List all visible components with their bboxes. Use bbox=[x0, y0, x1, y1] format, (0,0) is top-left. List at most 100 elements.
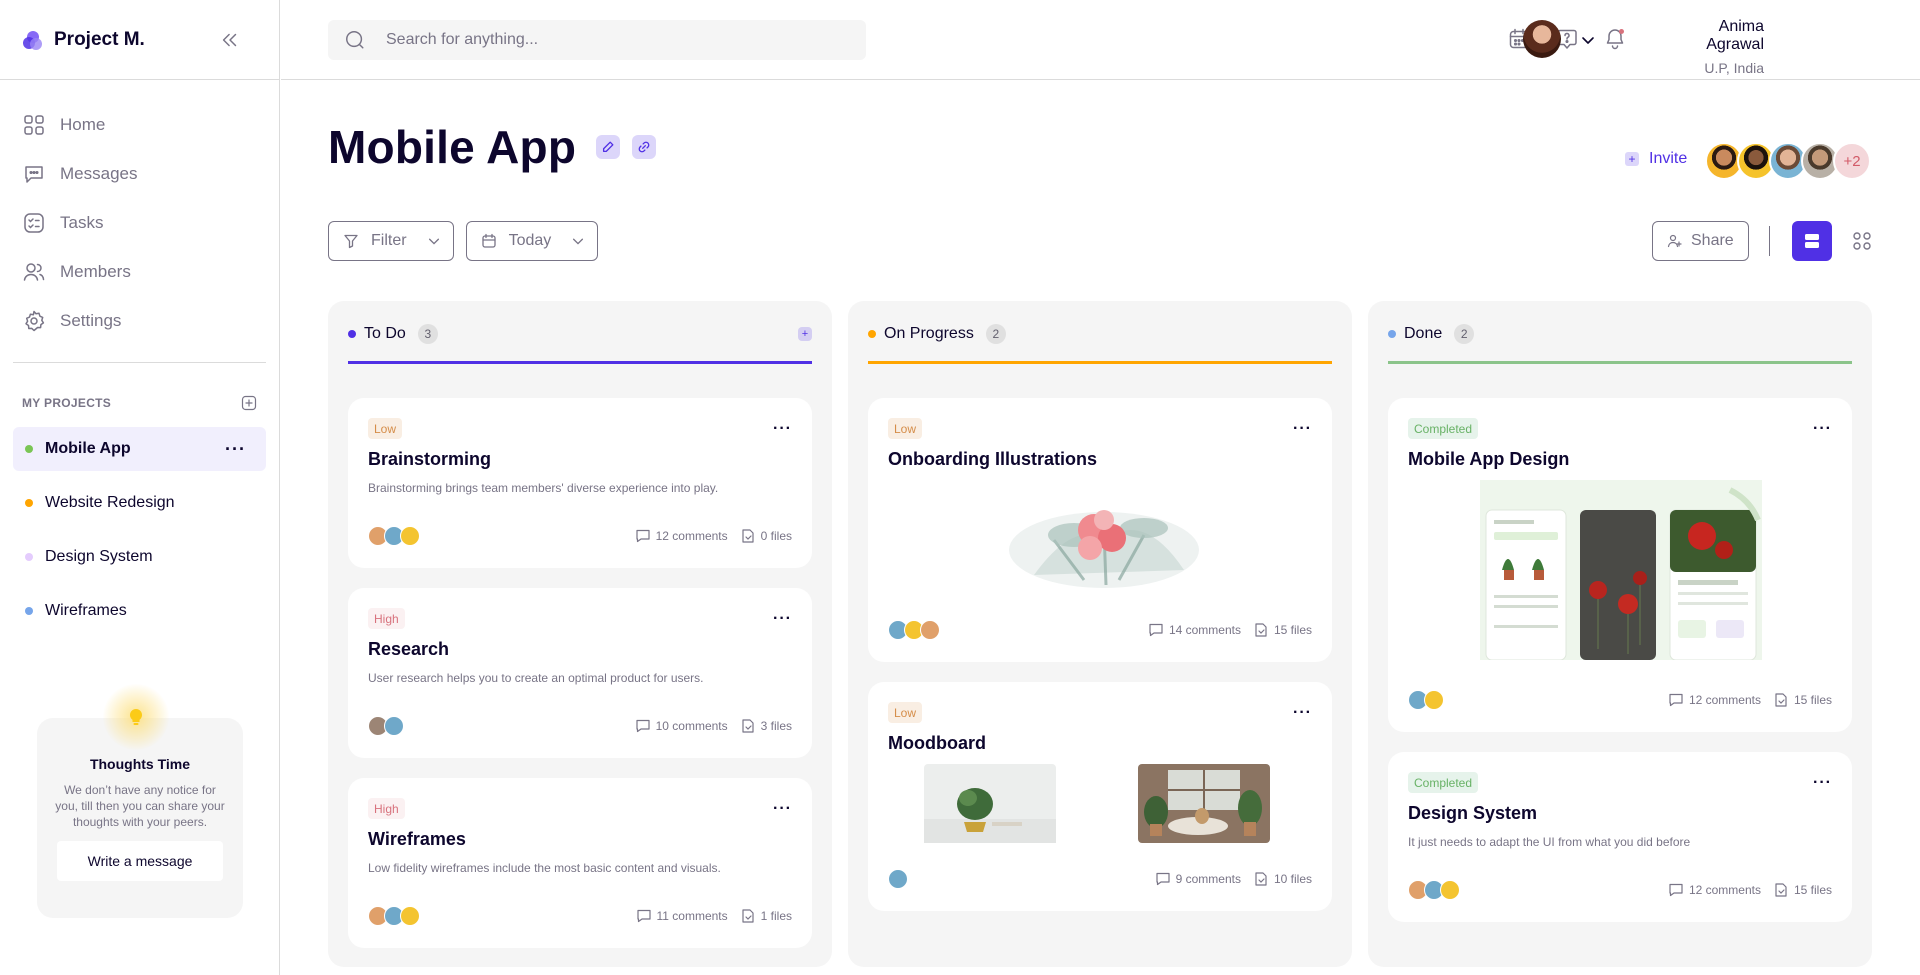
files-count[interactable]: 15 files bbox=[1253, 622, 1312, 638]
status-dot bbox=[348, 330, 356, 338]
more-options-icon[interactable]: ··· bbox=[1293, 420, 1312, 438]
comments-count[interactable]: 10 comments bbox=[635, 718, 728, 734]
divider bbox=[1769, 226, 1770, 256]
add-task-button[interactable]: + bbox=[798, 327, 812, 341]
more-options-icon[interactable]: ··· bbox=[1293, 704, 1312, 722]
copy-link-button[interactable] bbox=[632, 135, 657, 159]
chevron-down-icon[interactable] bbox=[1580, 32, 1596, 48]
comments-count[interactable]: 12 comments bbox=[1668, 882, 1761, 898]
nav-item-label: Messages bbox=[60, 163, 138, 183]
room-photo-image bbox=[1138, 764, 1270, 843]
date-dropdown[interactable]: Today bbox=[465, 221, 599, 261]
list-view-toggle[interactable] bbox=[1792, 221, 1832, 261]
comment-icon bbox=[1156, 872, 1170, 886]
filter-dropdown[interactable]: Filter bbox=[328, 221, 454, 261]
projects-list: Mobile App ··· Website Redesign Design S… bbox=[0, 427, 279, 633]
search-bar bbox=[328, 20, 866, 60]
notification-icon[interactable] bbox=[1603, 27, 1627, 51]
files-count[interactable]: 0 files bbox=[740, 528, 792, 544]
brand: Project M. bbox=[0, 0, 279, 80]
assignee-avatars bbox=[1408, 690, 1444, 710]
project-color-dot bbox=[25, 445, 33, 453]
list-view-icon bbox=[1805, 234, 1819, 248]
task-card[interactable]: Low ··· Moodboard 9 comments 10 files bbox=[868, 682, 1332, 911]
project-item-wireframes[interactable]: Wireframes bbox=[13, 589, 266, 633]
files-count[interactable]: 15 files bbox=[1773, 692, 1832, 708]
gear-icon bbox=[25, 310, 45, 331]
nav-item-members[interactable]: Members bbox=[0, 247, 279, 296]
card-description: Brainstorming brings team members' diver… bbox=[368, 481, 719, 495]
user-info[interactable]: Anima Agrawal U.P, India bbox=[1669, 18, 1764, 76]
task-card[interactable]: Completed ··· Mobile App Design 12 comme… bbox=[1388, 398, 1852, 732]
comments-count[interactable]: 14 comments bbox=[1148, 622, 1241, 638]
priority-badge: High bbox=[368, 608, 405, 629]
assignee-avatars bbox=[368, 526, 420, 546]
card-title: Wireframes bbox=[368, 829, 466, 849]
project-color-dot bbox=[25, 607, 33, 615]
files-count[interactable]: 10 files bbox=[1253, 871, 1312, 887]
invite-button[interactable]: + Invite bbox=[1625, 150, 1687, 168]
avatar bbox=[1440, 880, 1460, 900]
comments-count[interactable]: 9 comments bbox=[1155, 871, 1241, 887]
files-count[interactable]: 15 files bbox=[1773, 882, 1832, 898]
search-input[interactable] bbox=[386, 31, 826, 49]
share-label: Share bbox=[1691, 232, 1734, 249]
brand-name: Project M. bbox=[54, 28, 145, 50]
project-item-design-system[interactable]: Design System bbox=[13, 535, 266, 579]
task-card[interactable]: High ··· Research User research helps yo… bbox=[348, 588, 812, 758]
grid-view-icon[interactable] bbox=[1852, 231, 1872, 251]
page-title: Mobile App bbox=[328, 121, 577, 173]
share-button[interactable]: Share bbox=[1652, 221, 1749, 261]
plus-icon: + bbox=[1625, 152, 1639, 166]
card-meta: 12 comments 15 files bbox=[1656, 692, 1832, 708]
nav-item-tasks[interactable]: Tasks bbox=[0, 198, 279, 247]
comment-icon bbox=[1669, 693, 1683, 707]
file-icon bbox=[742, 529, 754, 543]
card-meta: 12 comments 0 files bbox=[623, 528, 792, 544]
files-count[interactable]: 3 files bbox=[740, 718, 792, 734]
more-options-icon[interactable]: ··· bbox=[773, 420, 792, 438]
thoughts-text: We don’t have any notice for you, till t… bbox=[55, 783, 225, 829]
chevron-down-icon bbox=[573, 238, 584, 245]
assignee-avatars bbox=[888, 869, 908, 889]
more-options-icon[interactable]: ··· bbox=[773, 800, 792, 818]
card-footer: 10 comments 3 files bbox=[368, 716, 792, 736]
nav-item-home[interactable]: Home bbox=[0, 100, 279, 149]
assignee-avatars bbox=[368, 716, 404, 736]
files-count[interactable]: 1 files bbox=[740, 908, 792, 924]
status-dot bbox=[1388, 330, 1396, 338]
more-options-icon[interactable]: ··· bbox=[1813, 774, 1832, 792]
task-card[interactable]: High ··· Wireframes Low fidelity wirefra… bbox=[348, 778, 812, 948]
column-header: To Do 3 + bbox=[348, 324, 812, 344]
more-options-icon[interactable]: ··· bbox=[1813, 420, 1832, 438]
avatar[interactable] bbox=[1523, 20, 1561, 58]
file-icon bbox=[1775, 693, 1787, 707]
status-badge: Completed bbox=[1408, 418, 1479, 439]
comment-icon bbox=[636, 529, 650, 543]
task-card[interactable]: Low ··· Onboarding Illustrations 14 comm… bbox=[868, 398, 1332, 662]
comments-count[interactable]: 12 comments bbox=[1668, 692, 1761, 708]
task-card[interactable]: Low ··· Brainstorming Brainstorming brin… bbox=[348, 398, 812, 568]
write-message-button[interactable]: Write a message bbox=[57, 841, 223, 881]
comments-count[interactable]: 11 comments bbox=[636, 908, 728, 924]
collapse-sidebar-icon[interactable] bbox=[219, 29, 241, 51]
column-todo: To Do 3 + Low ··· Brainstorming Brainsto… bbox=[328, 301, 832, 967]
more-options-icon[interactable]: ··· bbox=[773, 610, 792, 628]
edit-title-button[interactable] bbox=[596, 135, 621, 159]
nav-item-settings[interactable]: Settings bbox=[0, 296, 279, 345]
more-members-count[interactable]: +2 bbox=[1833, 142, 1871, 180]
project-item-mobile-app[interactable]: Mobile App ··· bbox=[13, 427, 266, 471]
task-card[interactable]: Completed ··· Design System It just need… bbox=[1388, 752, 1852, 922]
column-count: 2 bbox=[985, 324, 1006, 344]
chevron-down-icon bbox=[428, 238, 439, 245]
column-title: Done bbox=[1404, 325, 1443, 342]
nav-item-messages[interactable]: Messages bbox=[0, 149, 279, 198]
project-item-website-redesign[interactable]: Website Redesign bbox=[13, 481, 266, 525]
priority-badge: Low bbox=[888, 418, 923, 439]
card-title: Mobile App Design bbox=[1408, 449, 1570, 469]
add-project-icon[interactable] bbox=[241, 395, 257, 411]
avatar bbox=[1424, 690, 1444, 710]
column-count: 2 bbox=[1454, 324, 1475, 344]
more-options-icon[interactable]: ··· bbox=[225, 439, 246, 460]
comments-count[interactable]: 12 comments bbox=[635, 528, 728, 544]
